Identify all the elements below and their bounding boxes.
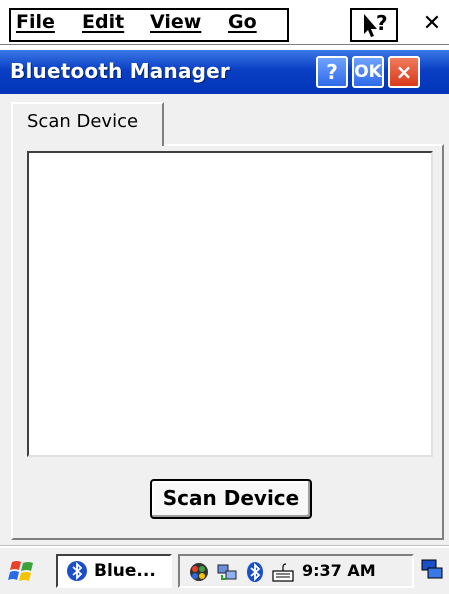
- scan-device-button[interactable]: Scan Device: [150, 479, 312, 519]
- title-bar: Bluetooth Manager ? OK ×: [0, 50, 449, 94]
- taskbar-app-label: Blue...: [94, 561, 156, 581]
- pointer-question-icon: ?: [364, 11, 388, 37]
- menu-file[interactable]: File: [16, 10, 55, 34]
- client-area: Scan Device Scan Device: [0, 94, 449, 546]
- clock[interactable]: 9:37 AM: [302, 561, 376, 580]
- show-desktop-icon[interactable]: [420, 558, 444, 582]
- connectivity-icon[interactable]: [188, 561, 210, 583]
- menu-edit[interactable]: Edit: [82, 10, 124, 34]
- taskbar: Blue... 9:37 AM: [0, 546, 449, 594]
- svg-text:?: ?: [376, 11, 388, 35]
- ok-button[interactable]: OK: [352, 56, 384, 88]
- tab-scan-device[interactable]: Scan Device: [11, 102, 164, 146]
- close-button[interactable]: ×: [388, 56, 420, 88]
- bluetooth-icon: [67, 561, 87, 581]
- menu-go[interactable]: Go: [228, 10, 257, 34]
- menu-bar: File Edit View Go ? ✕: [0, 0, 449, 45]
- taskbar-app-button[interactable]: Blue...: [56, 554, 172, 588]
- bluetooth-tray-icon[interactable]: [244, 561, 266, 583]
- whats-this-button[interactable]: ?: [350, 8, 398, 42]
- system-tray: 9:37 AM: [178, 554, 414, 588]
- keyboard-icon[interactable]: [272, 561, 294, 583]
- menu-view[interactable]: View: [150, 10, 201, 34]
- device-list[interactable]: [27, 151, 433, 457]
- network-icon[interactable]: [216, 561, 238, 583]
- window-title: Bluetooth Manager: [10, 59, 230, 83]
- help-button[interactable]: ?: [316, 56, 348, 88]
- menubar-close-icon[interactable]: ✕: [418, 10, 446, 38]
- windows-start-icon[interactable]: [8, 558, 38, 584]
